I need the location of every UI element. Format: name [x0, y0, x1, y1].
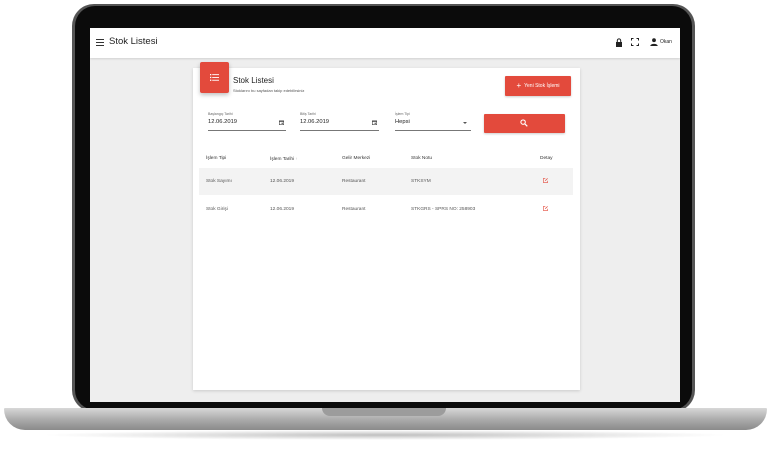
cell-type: Stok Girişi [206, 207, 228, 212]
column-header-date-label: İşlem Tarihi [270, 157, 295, 162]
stock-list-card: Stok Listesi Stoklarını bu sayfadan taki… [193, 62, 580, 390]
lock-icon[interactable] [615, 38, 623, 47]
cell-revenue-center: Restaurant [342, 207, 366, 212]
chevron-down-icon [463, 122, 467, 124]
transaction-type-select[interactable]: İşlem Tipi Hepsi [395, 112, 471, 131]
plus-icon: + [516, 81, 522, 90]
transaction-type-value: Hepsi [395, 119, 410, 125]
cell-revenue-center: Restaurant [342, 179, 366, 184]
menu-icon[interactable] [96, 39, 104, 47]
cell-stock-note: STKSYM [411, 179, 431, 184]
end-date-label: Bitiş Tarihi [300, 112, 316, 116]
column-header-detail: Detay [540, 156, 553, 161]
column-header-stock-note[interactable]: Stok Notu [411, 156, 432, 161]
search-button[interactable] [484, 114, 565, 133]
transaction-type-label: İşlem Tipi [395, 112, 410, 116]
table-row[interactable]: Stok Sayımı 12.06.2019 Restaurant STKSYM [199, 168, 573, 195]
top-bar: Stok Listesi Okan [90, 28, 680, 58]
sort-icon[interactable]: ↑ [296, 156, 298, 161]
end-date-field[interactable]: Bitiş Tarihi 12.06.2019 [300, 112, 379, 131]
cell-stock-note: STKGRS - SPRS NO: 258903 [411, 207, 476, 212]
card-title: Stok Listesi [233, 76, 274, 85]
calendar-icon[interactable] [372, 120, 377, 125]
cell-date: 12.06.2019 [270, 179, 295, 184]
page-title: Stok Listesi [109, 36, 158, 47]
user-icon[interactable] [650, 38, 658, 46]
new-stock-transaction-button[interactable]: + Yeni Stok İşlemi [505, 76, 571, 96]
new-stock-transaction-label: Yeni Stok İşlemi [524, 83, 560, 89]
laptop-notch [322, 408, 446, 416]
card-header-badge [200, 62, 229, 93]
laptop-shadow [40, 430, 730, 440]
calendar-icon[interactable] [279, 120, 284, 125]
fullscreen-icon[interactable] [631, 38, 639, 46]
list-icon [210, 74, 219, 81]
cell-type: Stok Sayımı [206, 179, 232, 184]
edit-icon[interactable] [543, 206, 548, 211]
start-date-label: Başlangıç Tarihi [208, 112, 233, 116]
cell-date: 12.06.2019 [270, 207, 295, 212]
end-date-value: 12.06.2019 [300, 119, 330, 125]
column-header-date[interactable]: İşlem Tarihi ↑ [270, 156, 298, 162]
column-header-type[interactable]: İşlem Tipi [206, 156, 226, 161]
search-icon [520, 119, 528, 127]
table-row[interactable]: Stok Girişi 12.06.2019 Restaurant STKGRS… [199, 196, 573, 223]
column-header-revenue-center[interactable]: Gelir Merkezi [342, 156, 370, 161]
app-screen: Stok Listesi Okan Stok Listesi Stokların… [90, 28, 680, 402]
start-date-value: 12.06.2019 [208, 119, 238, 125]
edit-icon[interactable] [543, 178, 548, 183]
card-subtitle: Stoklarını bu sayfadan takip edebilirsin… [233, 88, 305, 93]
start-date-field[interactable]: Başlangıç Tarihi 12.06.2019 [208, 112, 286, 131]
user-name[interactable]: Okan [660, 39, 672, 45]
